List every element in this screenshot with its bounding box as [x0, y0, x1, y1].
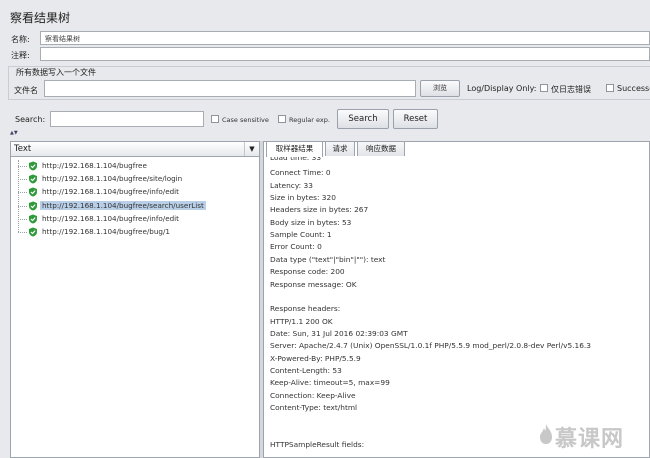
tree-item-label: http://192.168.1.104/bugfree/bug/1	[42, 227, 170, 236]
case-sensitive-label: Case sensitive	[222, 116, 269, 124]
response-line: Content-Length: 53	[270, 365, 342, 375]
errors-only-checkbox[interactable]	[540, 84, 548, 92]
response-line: HTTP/1.1 200 OK	[270, 316, 333, 326]
success-shield-icon	[29, 187, 37, 197]
response-line: Date: Sun, 31 Jul 2016 02:39:03 GMT	[270, 328, 408, 338]
response-line: Connect Time: 0	[270, 168, 331, 178]
success-shield-icon	[29, 214, 37, 224]
response-line: Keep-Alive: timeout=5, max=99	[270, 378, 390, 388]
response-line: Latency: 33	[270, 180, 313, 190]
response-line: Content-Type: text/html	[270, 403, 358, 412]
tree-item-label: http://192.168.1.104/bugfree/search/user…	[40, 200, 206, 210]
reset-button[interactable]: Reset	[393, 109, 438, 129]
success-shield-icon	[29, 161, 37, 171]
response-line: HTTPSampleResult fields:	[270, 440, 365, 450]
successes-checkbox[interactable]	[606, 84, 614, 92]
response-line: Response headers:	[270, 304, 341, 314]
search-button[interactable]: Search	[337, 109, 389, 129]
tab-sampler-result[interactable]: 取样器结果	[266, 141, 323, 157]
search-input[interactable]	[50, 111, 204, 127]
tree-item-label: http://192.168.1.104/bugfree/site/login	[42, 174, 183, 184]
tab-request[interactable]: 请求	[325, 141, 355, 156]
success-shield-icon	[29, 174, 37, 184]
case-sensitive-checkbox[interactable]	[211, 115, 219, 123]
response-line: Error Count: 0	[270, 242, 322, 252]
log-display-label: Log/Display Only:	[467, 84, 537, 93]
response-line: Response code: 200	[270, 267, 345, 277]
tree-item-label: http://192.168.1.104/bugfree/info/edit	[42, 187, 179, 197]
renderer-selected: Text	[14, 144, 32, 154]
success-shield-icon	[29, 227, 37, 237]
tree-branch-line	[18, 179, 27, 181]
name-label: 名称:	[11, 35, 30, 44]
tree-item-label: http://192.168.1.104/bugfree	[42, 161, 147, 170]
errors-only-label: 仅日志错误	[551, 85, 591, 94]
tree-branch-line	[18, 192, 27, 194]
response-line: Headers size in bytes: 267	[270, 205, 369, 215]
search-label: Search:	[15, 115, 46, 124]
tree-connector	[18, 160, 19, 232]
tree-item-label: http://192.168.1.104/bugfree/info/edit	[42, 213, 179, 223]
panel-title: 察看结果树	[10, 11, 71, 25]
flame-logo-icon	[540, 424, 552, 444]
comment-field[interactable]	[40, 47, 650, 61]
response-line: Data type ("text"|"bin"|""): text	[270, 254, 386, 264]
tree-branch-line	[18, 166, 27, 167]
filename-input[interactable]	[44, 80, 416, 97]
file-group-label: 所有数据写入一个文件	[14, 67, 98, 78]
regex-checkbox[interactable]	[278, 115, 286, 123]
chevron-down-icon[interactable]: ▼	[244, 142, 259, 156]
regex-label: Regular exp.	[289, 116, 330, 124]
collapse-arrows-icon[interactable]: ▲▼	[10, 130, 18, 136]
success-shield-icon	[29, 201, 37, 211]
response-line: Response message: OK	[270, 279, 357, 289]
response-line: Size in bytes: 320	[270, 193, 336, 203]
response-line: Connection: Keep-Alive	[270, 390, 356, 400]
renderer-select[interactable]: Text ▼	[10, 141, 260, 157]
response-line: Body size in bytes: 53	[270, 217, 352, 227]
tree-branch-line	[18, 218, 27, 220]
tree-branch-line	[18, 232, 27, 233]
response-line: X-Powered-By: PHP/5.5.9	[270, 353, 361, 363]
browse-button[interactable]: 浏览	[420, 80, 460, 97]
response-line: Server: Apache/2.4.7 (Unix) OpenSSL/1.0.…	[270, 341, 591, 351]
tab-response-data[interactable]: 响应数据	[357, 141, 405, 156]
comment-label: 注释:	[11, 51, 30, 60]
response-line: Sample Count: 1	[270, 230, 332, 240]
filename-label: 文件名	[14, 86, 38, 95]
name-field[interactable]: 察看结果树	[40, 31, 650, 45]
successes-label: Successes	[617, 84, 650, 93]
response-line: Load time: 33	[270, 157, 322, 162]
tree-branch-line	[18, 205, 27, 207]
watermark-text: 慕课网	[555, 427, 625, 452]
